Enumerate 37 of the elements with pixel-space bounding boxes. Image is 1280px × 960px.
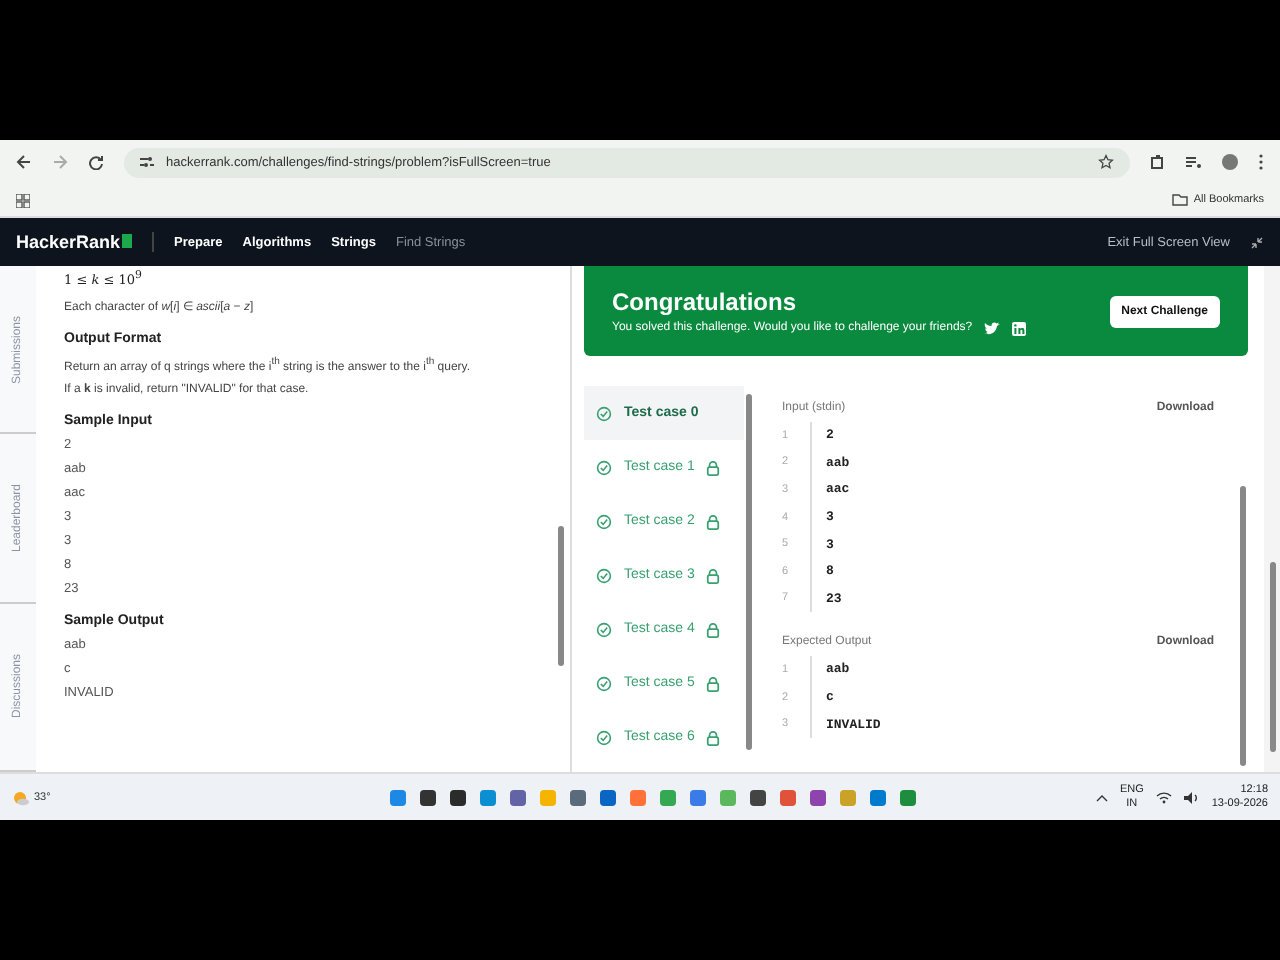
app-icon[interactable] (748, 787, 769, 807)
lock-icon (706, 513, 721, 529)
lock-icon (706, 459, 721, 475)
menu-icon[interactable] (1258, 154, 1264, 170)
speaker-icon[interactable] (1183, 791, 1200, 803)
wifi-icon[interactable] (1155, 791, 1172, 803)
chevron-up-icon[interactable] (1095, 793, 1108, 801)
lock-icon (706, 621, 721, 637)
collapse-icon[interactable] (1250, 235, 1264, 249)
check-circle-icon (596, 675, 612, 691)
app-icon[interactable] (418, 787, 439, 807)
logo[interactable]: HackerRank (16, 232, 133, 252)
scrollbar-thumb[interactable] (1269, 562, 1275, 752)
app-icon[interactable] (448, 787, 469, 807)
scrollbar-thumb[interactable] (746, 394, 752, 750)
avatar-icon[interactable] (1222, 154, 1238, 170)
check-circle-icon (596, 567, 612, 583)
banner-title: Congratulations (612, 287, 798, 315)
apps-grid-icon[interactable] (16, 193, 30, 207)
reload-icon[interactable] (88, 154, 104, 170)
check-circle-icon (596, 729, 612, 745)
back-arrow-icon[interactable] (16, 154, 32, 170)
linkedin-icon[interactable] (1012, 321, 1027, 335)
site-settings-icon[interactable] (140, 156, 154, 168)
star-icon[interactable] (1098, 154, 1114, 170)
check-circle-icon (596, 513, 612, 529)
media-icon[interactable] (1186, 154, 1202, 170)
scrollbar-thumb[interactable] (1240, 486, 1246, 766)
check-circle-icon (596, 459, 612, 475)
bird-icon[interactable] (984, 321, 1001, 335)
lock-icon (706, 675, 721, 691)
lock-icon (706, 567, 721, 583)
folder-icon (1171, 194, 1188, 206)
scrollbar-thumb[interactable] (557, 526, 563, 666)
check-circle-icon (596, 405, 612, 421)
lock-icon (706, 729, 721, 745)
check-circle-icon (596, 621, 612, 637)
